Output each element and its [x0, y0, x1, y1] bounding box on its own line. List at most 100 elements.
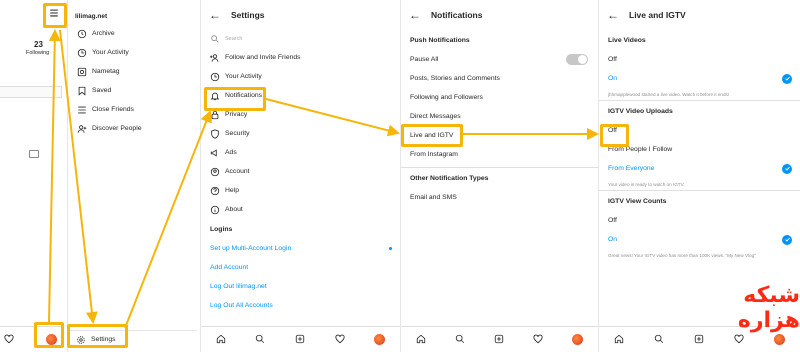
- shield-icon: [210, 128, 220, 139]
- nametag-icon: [77, 67, 87, 77]
- search-icon[interactable]: [654, 334, 664, 346]
- profile-divider: [0, 86, 62, 98]
- check-icon: [782, 163, 792, 174]
- tagged-icon[interactable]: [29, 150, 39, 158]
- settings-label: Settings: [91, 336, 116, 343]
- heart-icon[interactable]: [4, 334, 14, 346]
- add-person-icon: [77, 124, 87, 134]
- push-notifications-header: Push Notifications: [410, 36, 470, 44]
- pause-all-row[interactable]: Pause All: [401, 50, 598, 69]
- menu-item-archive[interactable]: Archive: [68, 24, 197, 43]
- back-arrow-icon[interactable]: ←: [409, 8, 421, 22]
- log-out-link[interactable]: Log Out lilimag.net: [201, 277, 400, 296]
- following-count: 23: [34, 40, 43, 49]
- home-icon[interactable]: [216, 334, 226, 346]
- settings-row[interactable]: Settings: [68, 330, 197, 348]
- hamburger-menu-icon[interactable]: [49, 8, 59, 18]
- multi-account-login-link[interactable]: Set up Multi-Account Login: [201, 239, 400, 258]
- home-icon[interactable]: [614, 334, 624, 346]
- search-icon[interactable]: [255, 334, 265, 346]
- igtv-uploads-header: IGTV Video Uploads: [608, 107, 673, 115]
- igtv-note: Your video is ready to watch on IGTV.: [608, 181, 685, 187]
- settings-header: ← Settings: [201, 0, 400, 30]
- other-notification-types-header: Other Notification Types: [410, 174, 489, 182]
- new-post-icon[interactable]: [494, 334, 504, 346]
- search-icon[interactable]: [455, 334, 465, 346]
- home-icon[interactable]: [416, 334, 426, 346]
- direct-messages-row[interactable]: Direct Messages: [401, 107, 598, 126]
- count-off-option[interactable]: Off: [599, 211, 800, 230]
- settings-item-account[interactable]: Account: [201, 162, 400, 181]
- menu-item-saved[interactable]: Saved: [68, 81, 197, 100]
- notifications-header: ← Notifications: [401, 0, 598, 30]
- activity-icon: [210, 72, 220, 82]
- check-icon: [782, 234, 792, 245]
- gear-icon: [76, 335, 86, 345]
- search-input[interactable]: Search: [210, 30, 391, 48]
- menu-item-activity[interactable]: Your Activity: [68, 43, 197, 62]
- account-icon: [210, 167, 220, 177]
- activity-icon: [77, 48, 87, 58]
- settings-item-about[interactable]: About: [201, 200, 400, 219]
- archive-icon: [77, 29, 87, 39]
- live-igtv-row[interactable]: Live and IGTV: [401, 126, 598, 145]
- settings-item-privacy[interactable]: Privacy: [201, 105, 400, 124]
- menu-panel: lilimag.net Archive Your Activity Nameta…: [67, 0, 197, 352]
- profile-avatar[interactable]: [572, 334, 584, 345]
- bottom-nav: [201, 326, 400, 352]
- profile-avatar[interactable]: [774, 334, 785, 345]
- live-off-option[interactable]: Off: [599, 50, 800, 69]
- live-videos-header: Live Videos: [608, 36, 646, 44]
- check-icon: [782, 73, 792, 84]
- megaphone-icon: [210, 148, 220, 158]
- igtv-view-counts-header: IGTV View Counts: [608, 197, 667, 205]
- settings-item-ads[interactable]: Ads: [201, 143, 400, 162]
- settings-item-follow-invite[interactable]: Follow and Invite Friends: [201, 48, 400, 67]
- heart-icon[interactable]: [533, 334, 543, 346]
- logins-header: Logins: [210, 225, 233, 233]
- settings-item-help[interactable]: Help: [201, 181, 400, 200]
- count-note: Great news! Your IGTV video has more tha…: [608, 252, 756, 258]
- following-followers-row[interactable]: Following and Followers: [401, 88, 598, 107]
- live-on-option[interactable]: On: [599, 69, 800, 88]
- info-icon: [210, 205, 220, 215]
- settings-title: Settings: [231, 10, 265, 20]
- profile-avatar[interactable]: [374, 334, 386, 345]
- count-on-option[interactable]: On: [599, 230, 800, 249]
- bell-icon: [210, 91, 220, 101]
- settings-panel: ← Settings Search Follow and Invite Frie…: [200, 0, 400, 352]
- search-icon: [210, 34, 220, 44]
- igtv-everyone-option[interactable]: From Everyone: [599, 159, 800, 178]
- pause-all-toggle[interactable]: [566, 54, 588, 65]
- new-post-icon[interactable]: [295, 334, 305, 346]
- profile-panel: 23 Following: [0, 0, 62, 352]
- live-igtv-header: ← Live and IGTV: [599, 0, 800, 30]
- watermark-logo: شبکه هزاره: [737, 283, 800, 333]
- heart-icon[interactable]: [334, 334, 345, 346]
- igtv-off-option[interactable]: Off: [599, 121, 800, 140]
- settings-item-activity[interactable]: Your Activity: [201, 67, 400, 86]
- from-instagram-row[interactable]: From Instagram: [401, 145, 598, 164]
- notifications-panel: ← Notifications Push Notifications Pause…: [400, 0, 598, 352]
- live-note: jhhmapplewood started a live video. Watc…: [608, 91, 730, 97]
- menu-username: lilimag.net: [75, 13, 108, 20]
- igtv-people-option[interactable]: From People I Follow: [599, 140, 800, 159]
- menu-item-close-friends[interactable]: Close Friends: [68, 100, 197, 119]
- settings-item-security[interactable]: Security: [201, 124, 400, 143]
- following-label: Following: [26, 50, 50, 56]
- notifications-title: Notifications: [431, 10, 483, 20]
- add-person-icon: [210, 53, 220, 63]
- posts-stories-comments-row[interactable]: Posts, Stories and Comments: [401, 69, 598, 88]
- bookmark-icon: [77, 86, 87, 96]
- back-arrow-icon[interactable]: ←: [209, 8, 221, 22]
- heart-icon[interactable]: [734, 334, 744, 346]
- settings-item-notifications[interactable]: Notifications: [201, 86, 400, 105]
- email-sms-row[interactable]: Email and SMS: [401, 188, 598, 207]
- menu-item-discover-people[interactable]: Discover People: [68, 119, 197, 138]
- log-out-all-link[interactable]: Log Out All Accounts: [201, 296, 400, 315]
- new-post-icon[interactable]: [694, 334, 704, 346]
- back-arrow-icon[interactable]: ←: [607, 8, 619, 22]
- add-account-link[interactable]: Add Account: [201, 258, 400, 277]
- menu-item-nametag[interactable]: Nametag: [68, 62, 197, 81]
- profile-avatar[interactable]: [46, 334, 57, 345]
